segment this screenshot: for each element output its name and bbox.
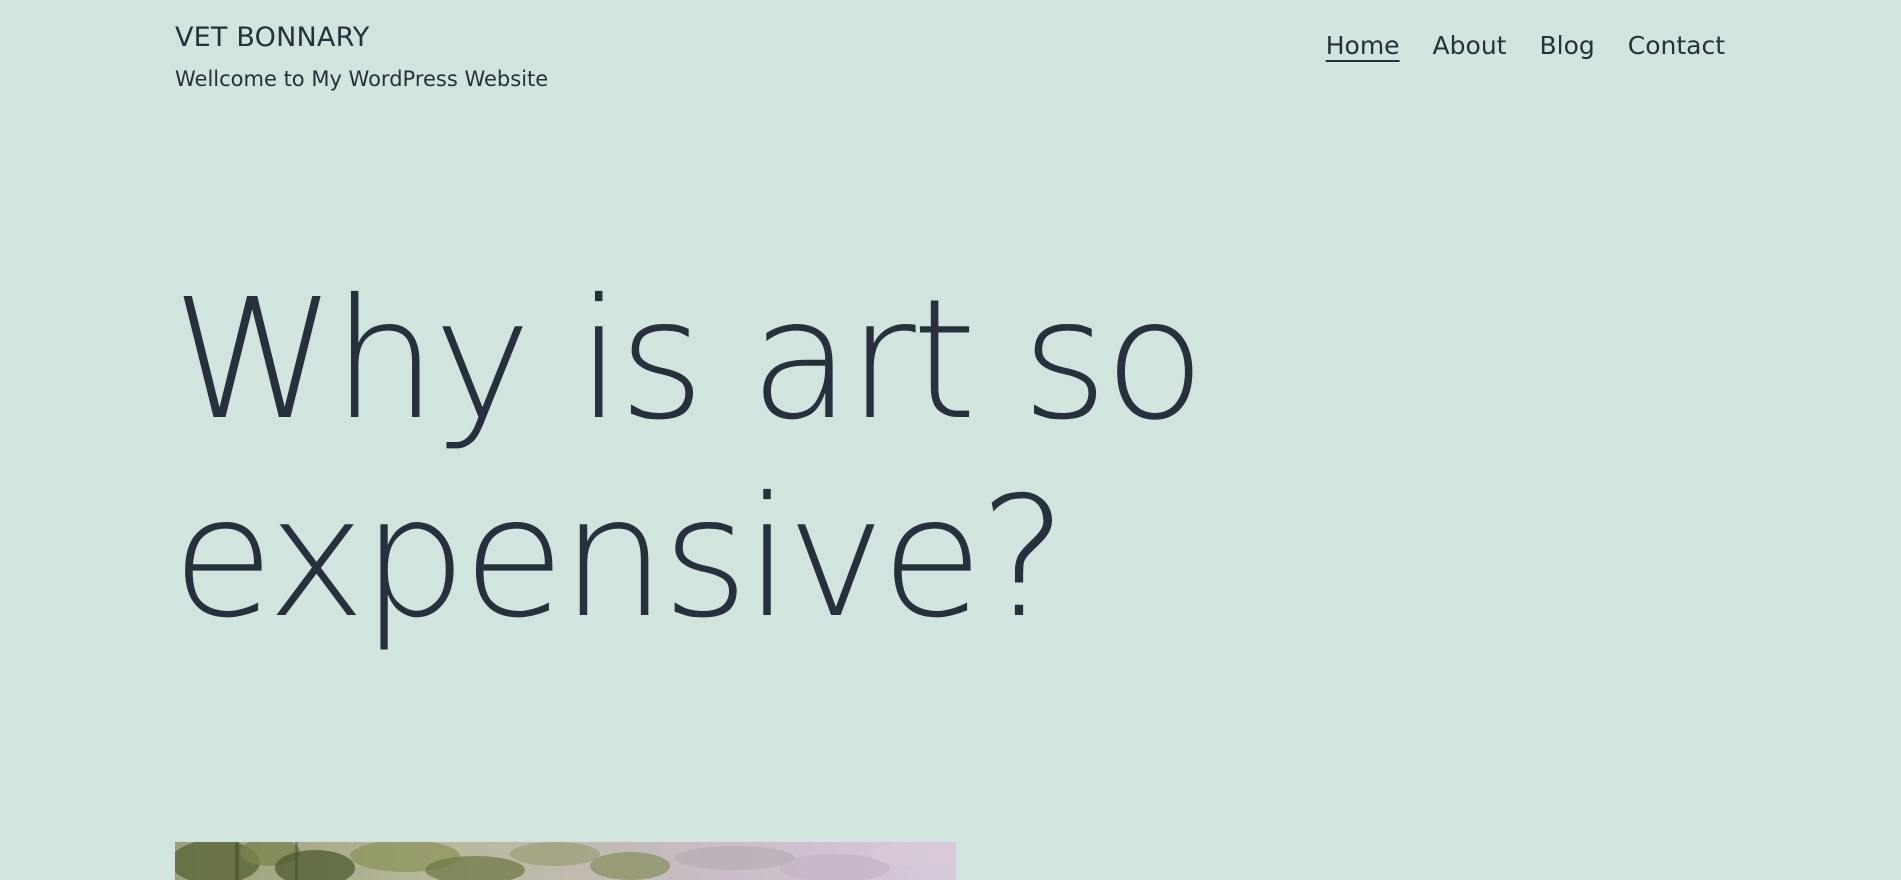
nav-item-contact[interactable]: Contact: [1628, 30, 1725, 62]
painting-image: [175, 842, 956, 880]
featured-image: [175, 842, 956, 880]
site-tagline: Wellcome to My WordPress Website: [175, 67, 549, 91]
nav-item-blog[interactable]: Blog: [1539, 30, 1594, 62]
nav-item-home[interactable]: Home: [1326, 30, 1400, 62]
site-header: VET BONNARY Wellcome to My WordPress Web…: [175, 20, 1725, 100]
site-title-link[interactable]: VET BONNARY: [175, 22, 370, 53]
nav-item-about[interactable]: About: [1433, 30, 1507, 62]
post-title: Why is art so expensive?: [172, 264, 1206, 655]
primary-navigation: Home About Blog Contact: [1293, 30, 1725, 62]
